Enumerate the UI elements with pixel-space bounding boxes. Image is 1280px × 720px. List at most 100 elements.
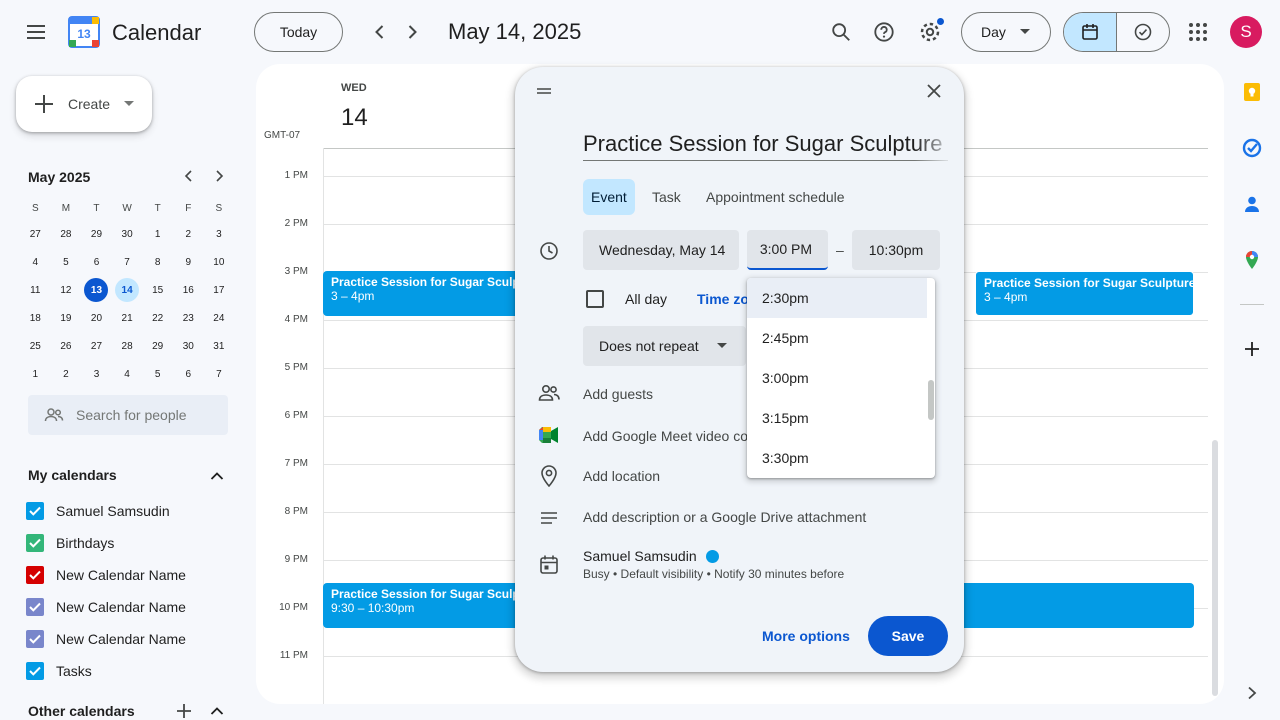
mini-calendar-day[interactable]: 2 [173, 220, 204, 248]
my-calendars-collapse-icon[interactable] [206, 465, 228, 487]
tasks-view-icon[interactable] [1117, 13, 1169, 51]
mini-calendar-day[interactable]: 7 [112, 248, 143, 276]
keep-icon[interactable] [1240, 80, 1264, 104]
mini-calendar-day[interactable]: 21 [112, 304, 143, 332]
mini-calendar-day[interactable]: 4 [112, 360, 143, 388]
mini-calendar-day[interactable]: 16 [173, 276, 204, 304]
mini-calendar-day[interactable]: 6 [173, 360, 204, 388]
time-zone-link[interactable]: Time zone [697, 291, 747, 307]
add-description-field[interactable]: Add description or a Google Drive attach… [583, 509, 866, 525]
other-calendars-title[interactable]: Other calendars [28, 703, 135, 719]
close-icon[interactable] [920, 77, 948, 105]
mini-calendar-day[interactable]: 4 [20, 248, 51, 276]
my-calendars-title[interactable]: My calendars [28, 467, 117, 483]
calendar-checkbox[interactable] [26, 566, 44, 584]
event-title-input[interactable]: Practice Session for Sugar Sculpture T [583, 131, 948, 161]
mini-calendar-day[interactable]: 29 [81, 220, 112, 248]
today-button[interactable]: Today [254, 12, 343, 52]
calendar-checkbox[interactable] [26, 598, 44, 616]
mini-calendar-day[interactable]: 27 [81, 332, 112, 360]
mini-calendar-day[interactable]: 3 [204, 220, 235, 248]
tab-event[interactable]: Event [583, 179, 635, 215]
end-time-input[interactable]: 10:30pm [852, 230, 940, 270]
time-option[interactable]: 3:15pm [747, 398, 927, 438]
mini-calendar-day[interactable]: 28 [112, 332, 143, 360]
calendar-list-item[interactable]: New Calendar Name [26, 623, 186, 655]
more-options-button[interactable]: More options [750, 616, 862, 656]
mini-calendar-day[interactable]: 14 [112, 276, 143, 304]
mini-calendar-day[interactable]: 18 [20, 304, 51, 332]
maps-icon[interactable] [1240, 248, 1264, 272]
mini-calendar-day[interactable]: 26 [51, 332, 82, 360]
mini-calendar-day[interactable]: 30 [173, 332, 204, 360]
mini-calendar-day[interactable]: 9 [173, 248, 204, 276]
mini-calendar-day[interactable]: 10 [204, 248, 235, 276]
tab-task[interactable]: Task [644, 179, 689, 215]
calendar-checkbox[interactable] [26, 534, 44, 552]
mini-calendar-next-icon[interactable] [208, 165, 230, 187]
calendar-list-item[interactable]: New Calendar Name [26, 591, 186, 623]
account-avatar[interactable]: S [1230, 16, 1262, 48]
mini-calendar-day[interactable]: 1 [142, 220, 173, 248]
mini-calendar-day[interactable]: 20 [81, 304, 112, 332]
mini-calendar-day[interactable]: 7 [204, 360, 235, 388]
time-option[interactable]: 3:30pm [747, 438, 927, 478]
day-number[interactable]: 14 [341, 104, 368, 132]
day-view-scrollbar[interactable] [1212, 440, 1218, 696]
calendar-list-item[interactable]: New Calendar Name [26, 559, 186, 591]
mini-calendar-day[interactable]: 6 [81, 248, 112, 276]
tasks-icon[interactable] [1240, 136, 1264, 160]
mini-calendar-day[interactable]: 19 [51, 304, 82, 332]
mini-calendar-day[interactable]: 3 [81, 360, 112, 388]
previous-day-icon[interactable] [366, 18, 394, 46]
drag-handle-icon[interactable] [532, 81, 556, 101]
dropdown-scrollbar[interactable] [928, 380, 934, 420]
calendar-checkbox[interactable] [26, 662, 44, 680]
next-day-icon[interactable] [398, 18, 426, 46]
time-option[interactable]: 2:30pm [747, 278, 927, 318]
create-button[interactable]: Create [16, 76, 152, 132]
mini-calendar-day[interactable]: 28 [51, 220, 82, 248]
mini-calendar-day[interactable]: 24 [204, 304, 235, 332]
all-day-checkbox[interactable] [586, 290, 604, 308]
calendar-checkbox[interactable] [26, 630, 44, 648]
mini-calendar-day[interactable]: 31 [204, 332, 235, 360]
contacts-icon[interactable] [1240, 192, 1264, 216]
settings-gear-icon[interactable] [915, 17, 945, 47]
calendar-checkbox[interactable] [26, 502, 44, 520]
add-guests-field[interactable]: Add guests [583, 386, 653, 402]
mini-calendar-day[interactable]: 12 [51, 276, 82, 304]
view-selector-button[interactable]: Day [961, 12, 1051, 52]
time-option[interactable]: 3:00pm [747, 358, 927, 398]
mini-calendar-day[interactable]: 8 [142, 248, 173, 276]
event-date-picker[interactable]: Wednesday, May 14 [583, 230, 739, 270]
add-other-calendar-icon[interactable] [174, 701, 194, 720]
mini-calendar-day[interactable]: 29 [142, 332, 173, 360]
tab-appointment-schedule[interactable]: Appointment schedule [698, 179, 853, 215]
repeat-dropdown[interactable]: Does not repeat [583, 326, 746, 366]
other-calendars-collapse-icon[interactable] [206, 701, 228, 720]
add-location-field[interactable]: Add location [583, 468, 660, 484]
mini-calendar-day[interactable]: 17 [204, 276, 235, 304]
expand-side-panel-icon[interactable] [1242, 683, 1262, 703]
calendar-list-item[interactable]: Samuel Samsudin [26, 495, 170, 527]
mini-calendar-day[interactable]: 11 [20, 276, 51, 304]
mini-calendar-day[interactable]: 30 [112, 220, 143, 248]
mini-calendar-day[interactable]: 5 [51, 248, 82, 276]
calendar-view-icon[interactable] [1064, 13, 1117, 51]
calendar-list-item[interactable]: Birthdays [26, 527, 114, 559]
search-people-field[interactable]: Search for people [28, 395, 228, 435]
mini-calendar-day[interactable]: 15 [142, 276, 173, 304]
mini-calendar-day[interactable]: 23 [173, 304, 204, 332]
search-icon[interactable] [826, 17, 856, 47]
help-icon[interactable] [869, 17, 899, 47]
event-chip[interactable]: Practice Session for Sugar Sculpture 3 –… [975, 271, 1194, 316]
mini-calendar-day[interactable]: 27 [20, 220, 51, 248]
mini-calendar-prev-icon[interactable] [178, 165, 200, 187]
mini-calendar-day[interactable]: 25 [20, 332, 51, 360]
mini-calendar-day[interactable]: 5 [142, 360, 173, 388]
add-google-meet-button[interactable]: Add Google Meet video conferencing [583, 428, 763, 444]
save-button[interactable]: Save [868, 616, 948, 656]
start-time-input[interactable]: 3:00 PM [747, 230, 828, 270]
get-add-ons-plus-icon[interactable] [1240, 337, 1264, 361]
